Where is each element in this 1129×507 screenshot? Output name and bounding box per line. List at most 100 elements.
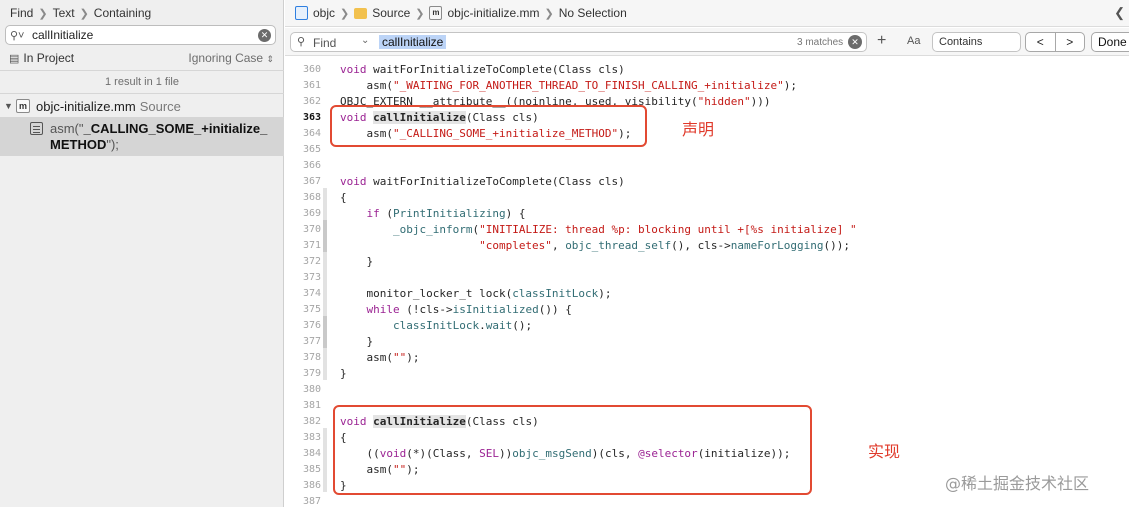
find-mode-label[interactable]: Find <box>313 36 336 50</box>
code-line[interactable]: 375 while (!cls->isInitialized()) { <box>285 302 1129 318</box>
chevron-right-icon: ❯ <box>79 7 89 20</box>
line-number[interactable]: 375 <box>285 302 321 318</box>
line-number[interactable]: 368 <box>285 190 321 206</box>
line-number[interactable]: 387 <box>285 494 321 507</box>
disclosure-triangle-icon[interactable]: ▼ <box>4 101 16 111</box>
code-line[interactable]: 374 monitor_locker_t lock(classInitLock)… <box>285 286 1129 302</box>
line-number[interactable]: 366 <box>285 158 321 174</box>
back-chevron-icon[interactable]: ❮ <box>1114 5 1125 21</box>
line-number[interactable]: 370 <box>285 222 321 238</box>
line-number[interactable]: 378 <box>285 350 321 366</box>
code-token: classInitLock <box>512 287 599 300</box>
code-token: classInitLock <box>392 319 480 332</box>
code-token: ) { <box>505 207 526 220</box>
code-line[interactable]: 368 { <box>285 190 1129 206</box>
scope-selector[interactable]: ▤ In Project <box>9 51 74 65</box>
code-line[interactable]: 366 <box>285 158 1129 174</box>
result-file-row[interactable]: ▼ m objc-initialize.mm Source <box>0 96 284 116</box>
find-mode-breadcrumb[interactable]: Find ❯ Text ❯ Containing <box>10 5 151 21</box>
jump-bar: objc ❯ Source ❯ m objc-initialize.mm ❯ N… <box>285 0 1129 27</box>
match-count: 3 matches <box>797 37 844 48</box>
code-line[interactable]: 360 void waitForInitializeToComplete(Clas… <box>285 62 1129 78</box>
line-number[interactable]: 364 <box>285 126 321 142</box>
match-mode-dropdown[interactable]: Contains <box>932 32 1021 52</box>
code-line[interactable]: 371 "completes", objc_thread_self(), cls… <box>285 238 1129 254</box>
line-number[interactable]: 383 <box>285 430 321 446</box>
code-line[interactable]: 379} <box>285 366 1129 382</box>
line-number[interactable]: 380 <box>285 382 321 398</box>
find-input[interactable]: callInitialize <box>379 35 447 49</box>
code-line[interactable]: 377 } <box>285 334 1129 350</box>
jump-bar-file[interactable]: objc-initialize.mm <box>447 6 539 20</box>
code-line[interactable]: 370 _objc_inform("INITIALIZE: thread %p:… <box>285 222 1129 238</box>
code-token: while <box>366 303 400 316</box>
line-number[interactable]: 362 <box>285 94 321 110</box>
navigator-search-field[interactable]: ⚲˅ callInitialize ✕ <box>5 25 276 45</box>
breadcrumb-find[interactable]: Find <box>10 6 33 20</box>
done-button[interactable]: Done <box>1091 32 1129 52</box>
code-token: { <box>340 191 347 204</box>
code-token: (!cls-> <box>399 303 453 316</box>
declaration-label: 声明 <box>682 120 715 139</box>
line-number[interactable]: 386 <box>285 478 321 494</box>
code-line[interactable]: 367 void waitForInitializeToComplete(Clas… <box>285 174 1129 190</box>
line-number[interactable]: 379 <box>285 366 321 382</box>
line-number[interactable]: 369 <box>285 206 321 222</box>
chevron-down-icon[interactable]: ⌄ <box>361 35 369 46</box>
navigator-search-input[interactable]: callInitialize <box>32 28 258 42</box>
previous-match-button[interactable]: < <box>1026 33 1056 51</box>
result-match-row[interactable]: asm("_CALLING_SOME_+initialize_ METHOD"); <box>0 117 284 156</box>
line-number[interactable]: 371 <box>285 238 321 254</box>
text-match-icon <box>30 122 43 135</box>
jump-bar-project[interactable]: objc <box>313 6 335 20</box>
source-editor: objc ❯ Source ❯ m objc-initialize.mm ❯ N… <box>285 0 1129 507</box>
line-number[interactable]: 360 <box>285 62 321 78</box>
code-line[interactable]: 387 <box>285 494 1129 507</box>
line-number[interactable]: 382 <box>285 414 321 430</box>
result-file-name: objc-initialize.mm <box>36 98 136 114</box>
code-line[interactable]: 378 asm(""); <box>285 350 1129 366</box>
result-match-text: asm("_CALLING_SOME_+initialize_ METHOD"); <box>50 121 280 153</box>
breadcrumb-containing[interactable]: Containing <box>94 6 151 20</box>
jump-bar-symbol[interactable]: No Selection <box>559 6 627 20</box>
line-number[interactable]: 367 <box>285 174 321 190</box>
line-number[interactable]: 372 <box>285 254 321 270</box>
line-number[interactable]: 363 <box>285 110 321 126</box>
next-match-button[interactable]: > <box>1056 33 1085 51</box>
implementation-highlight-box <box>333 405 812 495</box>
code-line[interactable]: 373 <box>285 270 1129 286</box>
code-token: "" <box>392 351 407 364</box>
code-line[interactable]: 380 <box>285 382 1129 398</box>
scope-label: In Project <box>23 51 75 65</box>
code-line[interactable]: 372 } <box>285 254 1129 270</box>
line-number[interactable]: 384 <box>285 446 321 462</box>
find-field[interactable]: ⚲ Find ⌄ callInitialize 3 matches ✕ <box>290 32 867 52</box>
case-mode-selector[interactable]: Ignoring Case ⇕ <box>188 51 274 65</box>
line-number[interactable]: 373 <box>285 270 321 286</box>
code-line[interactable]: 369 if (PrintInitializing) { <box>285 206 1129 222</box>
line-number[interactable]: 381 <box>285 398 321 414</box>
jump-bar-group[interactable]: Source <box>372 6 410 20</box>
scope-icon: ▤ <box>9 52 20 65</box>
code-line[interactable]: 376 classInitLock.wait(); <box>285 318 1129 334</box>
line-number[interactable]: 385 <box>285 462 321 478</box>
clear-search-icon[interactable]: ✕ <box>258 28 271 42</box>
search-scope-row: ▤ In Project Ignoring Case ⇕ <box>9 51 274 65</box>
mm-file-icon: m <box>16 99 30 113</box>
line-number[interactable]: 376 <box>285 318 321 334</box>
line-number[interactable]: 365 <box>285 142 321 158</box>
code-line[interactable]: 361 asm("_WAITING_FOR_ANOTHER_THREAD_TO_… <box>285 78 1129 94</box>
line-number[interactable]: 377 <box>285 334 321 350</box>
code-token: (); <box>512 319 533 332</box>
line-number[interactable]: 361 <box>285 78 321 94</box>
match-case-button[interactable]: Aa <box>907 35 920 47</box>
add-pattern-button[interactable]: + <box>877 32 886 50</box>
breadcrumb-text[interactable]: Text <box>53 6 75 20</box>
code-text: } <box>340 366 347 382</box>
code-token: ); <box>783 79 797 92</box>
clear-find-icon[interactable]: ✕ <box>848 35 862 49</box>
implementation-label: 实现 <box>868 442 901 461</box>
code-text: } <box>340 254 373 270</box>
line-number[interactable]: 374 <box>285 286 321 302</box>
code-token: ))) <box>750 95 771 108</box>
